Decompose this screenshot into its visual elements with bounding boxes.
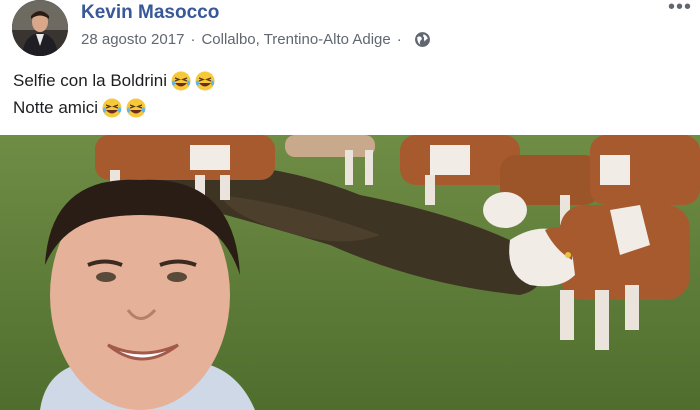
post-meta: 28 agosto 2017 · Collalbo, Trentino-Alto… [81, 31, 431, 48]
more-options-icon[interactable]: ••• [668, 0, 692, 17]
post-text-line-1: Selfie con la Boldrini [13, 71, 168, 90]
post-date[interactable]: 28 agosto 2017 [81, 31, 184, 48]
person [40, 179, 255, 410]
globe-icon[interactable] [414, 31, 431, 48]
laughing-emoji-icon [126, 98, 146, 117]
meta-separator: · [396, 31, 402, 48]
selfie-with-cows-image [0, 135, 700, 410]
meta-separator: · [190, 31, 196, 48]
avatar-image [12, 0, 68, 56]
post-text-line-2: Notte amici [13, 98, 99, 117]
post-text: Selfie con la Boldrini Notte amici [13, 67, 215, 121]
laughing-emoji-icon [171, 71, 191, 90]
post-text-line: Notte amici [13, 94, 215, 121]
post-text-line: Selfie con la Boldrini [13, 67, 215, 94]
avatar[interactable] [12, 0, 68, 56]
laughing-emoji-icon [102, 98, 122, 117]
laughing-emoji-icon [195, 71, 215, 90]
post-photo[interactable] [0, 135, 700, 410]
post-header: Kevin Masocco 28 agosto 2017 · Collalbo,… [0, 0, 700, 60]
author-name[interactable]: Kevin Masocco [81, 2, 219, 24]
post-location[interactable]: Collalbo, Trentino-Alto Adige [201, 31, 390, 48]
